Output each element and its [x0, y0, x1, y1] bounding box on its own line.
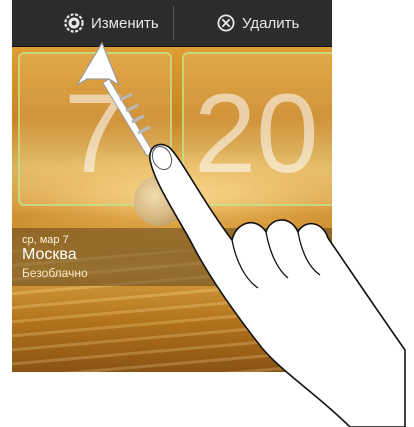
close-circle-icon — [217, 14, 235, 32]
clock-minute: 20 — [194, 71, 319, 196]
moon-image — [134, 176, 184, 226]
edit-label: Изменить — [91, 14, 159, 32]
widget-action-bar: Изменить Удалить — [12, 0, 332, 47]
weather-city: Москва — [22, 246, 77, 263]
clock-hour: 7 — [64, 71, 127, 196]
phone-screen: Изменить Удалить 7 20 ср, мар 7 Москва Б… — [12, 0, 332, 372]
delete-label: Удалить — [242, 14, 300, 32]
gear-icon — [64, 13, 84, 33]
weather-date: ср, мар 7 — [22, 234, 69, 246]
delete-button[interactable]: Удалить — [217, 0, 299, 46]
divider — [173, 6, 174, 40]
edit-button[interactable]: Изменить — [64, 0, 159, 46]
weather-widget[interactable]: ср, мар 7 Москва Безоблачно — [12, 228, 332, 286]
weather-condition: Безоблачно — [22, 266, 88, 280]
